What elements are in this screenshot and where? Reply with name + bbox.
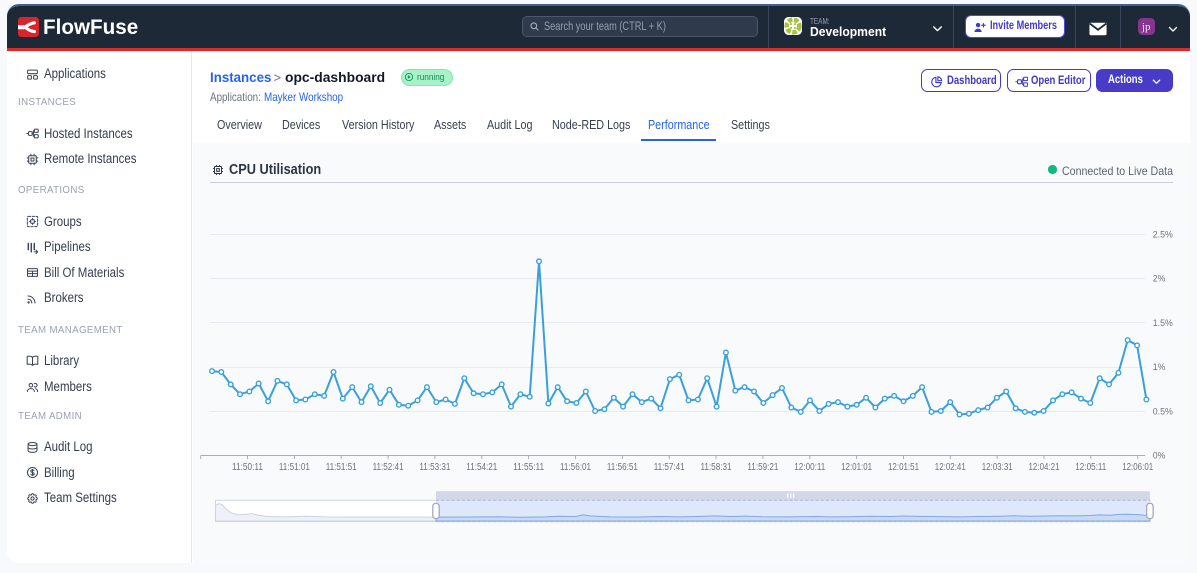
svg-text:2.5%: 2.5% bbox=[1153, 229, 1173, 240]
svg-text:1%: 1% bbox=[1153, 362, 1166, 373]
svg-text:11:55:11: 11:55:11 bbox=[513, 462, 544, 473]
svg-text:12:05:11: 12:05:11 bbox=[1075, 462, 1106, 473]
svg-text:11:51:01: 11:51:01 bbox=[279, 462, 310, 473]
svg-text:2%: 2% bbox=[1153, 274, 1166, 285]
svg-text:11:51:51: 11:51:51 bbox=[326, 462, 357, 473]
svg-text:11:59:21: 11:59:21 bbox=[747, 462, 778, 473]
svg-text:12:01:01: 12:01:01 bbox=[841, 462, 872, 473]
svg-text:12:06:01: 12:06:01 bbox=[1122, 462, 1153, 473]
svg-text:12:02:41: 12:02:41 bbox=[935, 462, 966, 473]
svg-text:1.5%: 1.5% bbox=[1153, 318, 1173, 329]
svg-text:11:50:11: 11:50:11 bbox=[232, 462, 263, 473]
svg-text:0%: 0% bbox=[1153, 451, 1166, 462]
svg-text:11:54:21: 11:54:21 bbox=[466, 462, 497, 473]
svg-text:11:57:41: 11:57:41 bbox=[654, 462, 685, 473]
svg-text:12:03:31: 12:03:31 bbox=[982, 462, 1013, 473]
svg-text:11:52:41: 11:52:41 bbox=[373, 462, 404, 473]
svg-text:11:56:01: 11:56:01 bbox=[560, 462, 591, 473]
svg-text:11:58:31: 11:58:31 bbox=[701, 462, 732, 473]
svg-text:12:04:21: 12:04:21 bbox=[1029, 462, 1060, 473]
svg-text:0.5%: 0.5% bbox=[1153, 406, 1173, 417]
svg-text:12:00:11: 12:00:11 bbox=[794, 462, 825, 473]
svg-text:11:53:31: 11:53:31 bbox=[419, 462, 450, 473]
svg-text:11:56:51: 11:56:51 bbox=[607, 462, 638, 473]
svg-text:12:01:51: 12:01:51 bbox=[888, 462, 919, 473]
